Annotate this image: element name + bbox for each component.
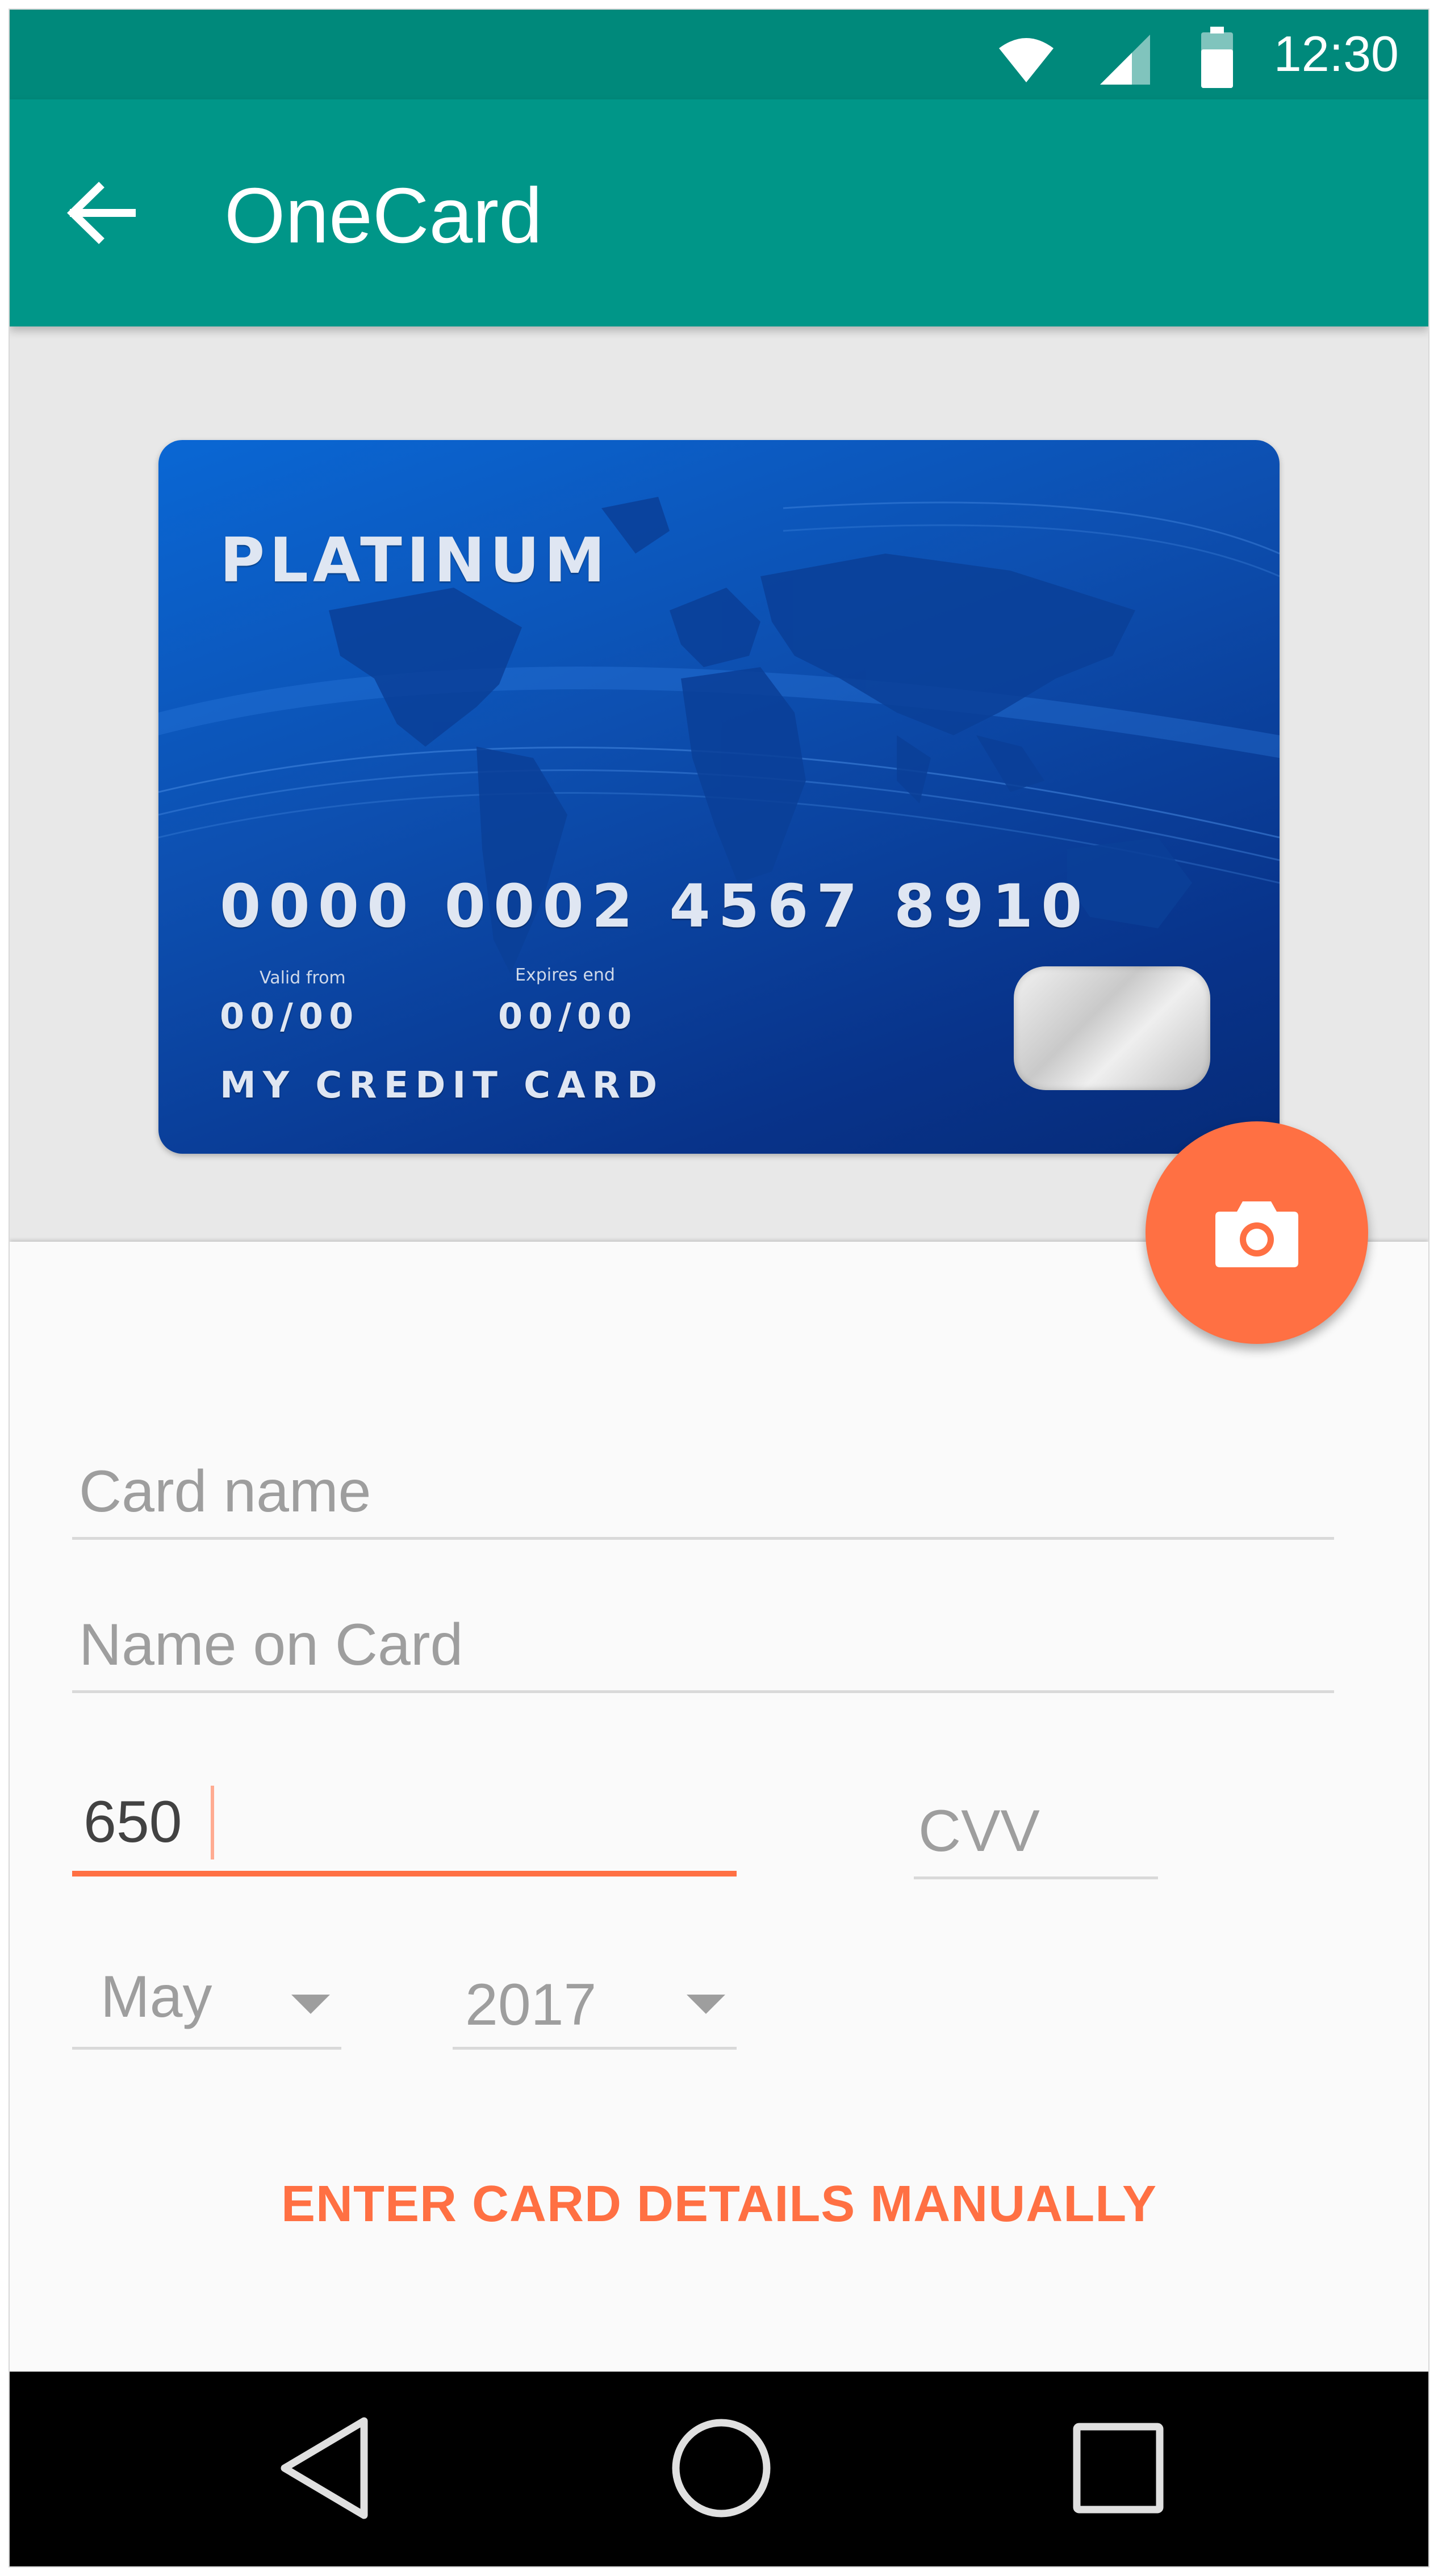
card-number-value: 650: [83, 1789, 182, 1855]
name-on-card-placeholder: Name on Card: [79, 1612, 463, 1678]
valid-from-label: Valid from: [260, 968, 346, 988]
card-name-field[interactable]: Card name: [72, 1435, 1334, 1540]
year-value: 2017: [465, 1972, 597, 2038]
expires-value: 00/00: [498, 995, 638, 1037]
status-bar: 12:30: [10, 10, 1428, 99]
status-time: 12:30: [1273, 26, 1399, 82]
month-value: May: [101, 1964, 212, 2030]
app-title: OneCard: [224, 172, 542, 259]
nav-back-button[interactable]: [256, 2406, 392, 2531]
phone-screen: 12:30 OneCard PLATINUM 0000 0002 4567 89…: [10, 10, 1428, 2566]
battery-icon: [1201, 27, 1233, 88]
card-holder-name: MY CREDIT CARD: [220, 1065, 664, 1107]
nav-recents-button[interactable]: [1050, 2406, 1186, 2531]
chevron-down-icon: [687, 1995, 725, 2014]
card-tier: PLATINUM: [220, 525, 610, 596]
system-nav-bar: [10, 2372, 1428, 2566]
arrow-left-icon: [66, 182, 136, 244]
year-dropdown[interactable]: 2017: [453, 1941, 737, 2050]
chevron-down-icon: [291, 1995, 330, 2014]
enter-details-manually-button[interactable]: ENTER CARD DETAILS MANUALLY: [10, 2175, 1428, 2234]
wifi-icon: [999, 38, 1054, 82]
back-triangle-icon: [281, 2417, 368, 2519]
expires-label: Expires end: [515, 965, 615, 985]
cvv-placeholder: CVV: [918, 1798, 1040, 1864]
app-bar: OneCard: [10, 99, 1428, 326]
text-cursor: [211, 1786, 214, 1859]
camera-icon: [1215, 1201, 1298, 1267]
camera-scan-button[interactable]: [1146, 1121, 1368, 1344]
name-on-card-field[interactable]: Name on Card: [72, 1589, 1334, 1693]
recents-square-icon: [1073, 2423, 1164, 2514]
card-name-placeholder: Card name: [79, 1459, 371, 1524]
cvv-field[interactable]: CVV: [914, 1764, 1158, 1879]
card-number-field[interactable]: 650: [72, 1763, 737, 1876]
month-dropdown[interactable]: May: [72, 1941, 341, 2050]
home-circle-icon: [672, 2419, 771, 2518]
back-button[interactable]: [55, 173, 146, 253]
card-chip: [1014, 966, 1210, 1090]
card-number-print: 0000 0002 4567 8910: [220, 872, 1090, 941]
card-preview-area: PLATINUM 0000 0002 4567 8910 Valid from …: [10, 326, 1428, 1246]
card-form: Card name Name on Card 650 CVV May 2017 …: [10, 1242, 1428, 2377]
signal-icon: [1100, 35, 1150, 85]
valid-from-value: 00/00: [220, 995, 360, 1037]
credit-card-image: PLATINUM 0000 0002 4567 8910 Valid from …: [158, 440, 1280, 1154]
nav-home-button[interactable]: [653, 2406, 789, 2531]
